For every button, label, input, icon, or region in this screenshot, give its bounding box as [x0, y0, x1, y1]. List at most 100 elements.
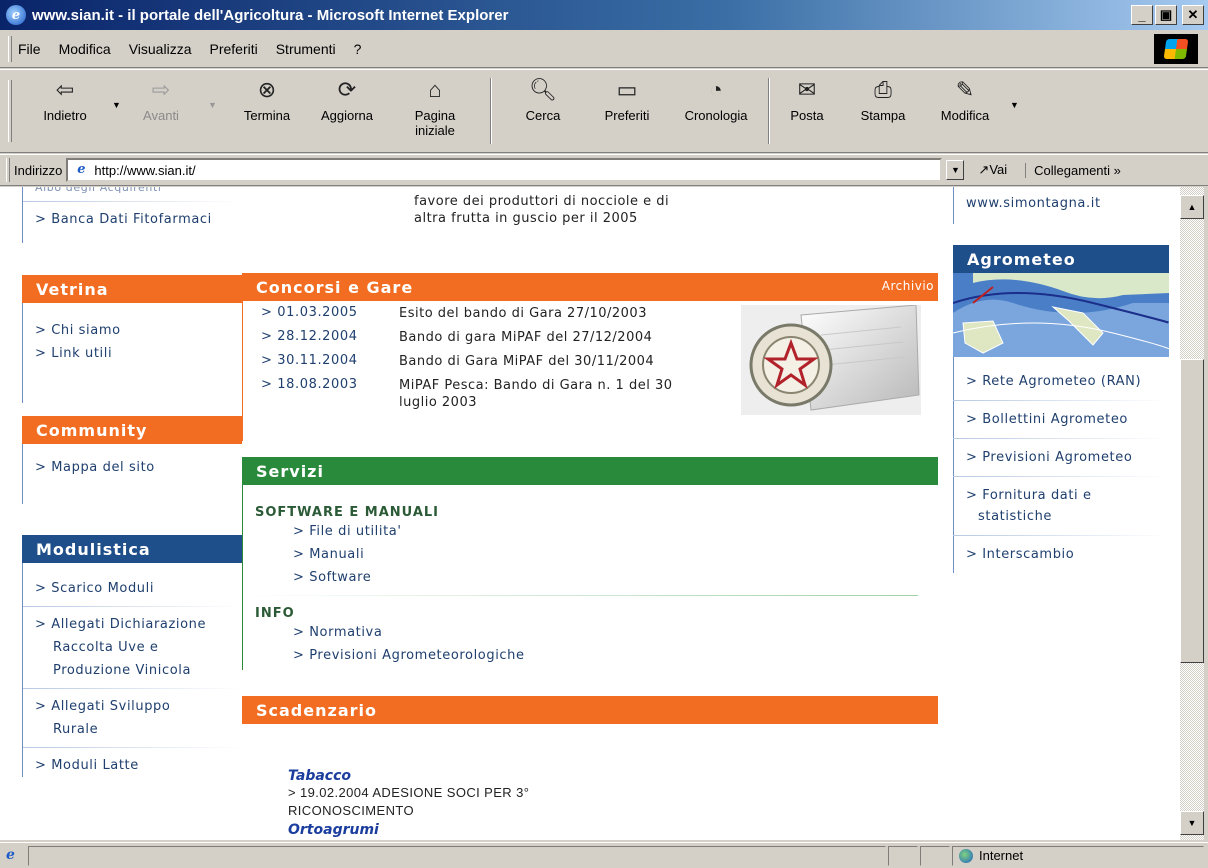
link-allegati-dichiarazione-line2[interactable]: Raccolta Uve e: [23, 636, 242, 659]
mail-button[interactable]: ✉ Posta: [772, 76, 842, 123]
link-allegati-sviluppo-line2[interactable]: Rurale: [23, 718, 242, 741]
print-button[interactable]: ⎙ Stampa: [848, 76, 918, 123]
link-fornitura-dati-line2[interactable]: statistiche: [953, 506, 1169, 535]
link-interscambio[interactable]: > Interscambio: [953, 536, 1169, 573]
vertical-scrollbar[interactable]: ▲ ▼: [1180, 187, 1204, 840]
security-zone: Internet: [952, 845, 1204, 866]
scadenzario-header: Scadenzario: [242, 696, 938, 724]
back-arrow-icon: ⇦: [55, 77, 75, 102]
refresh-button[interactable]: ⟳ Aggiorna: [312, 76, 382, 123]
link-software[interactable]: > Software: [243, 566, 938, 589]
history-button[interactable]: ◔ Cronologia: [674, 76, 758, 123]
scadenzario-item-text-line2[interactable]: RICONOSCIMENTO: [288, 802, 938, 820]
link-mappa-del-sito[interactable]: > Mappa del sito: [23, 456, 242, 479]
gare-date-link[interactable]: > 28.12.2004: [243, 325, 399, 349]
gare-date-link[interactable]: > 30.11.2004: [243, 349, 399, 373]
scroll-up-button[interactable]: ▲: [1180, 195, 1204, 219]
info-heading: INFO: [255, 606, 295, 621]
gare-date-link[interactable]: > 01.03.2005: [243, 301, 399, 325]
stop-button[interactable]: ⊗ Termina: [232, 76, 302, 123]
menu-modifica[interactable]: Modifica: [59, 41, 111, 57]
menu-preferiti[interactable]: Preferiti: [209, 41, 257, 57]
page-viewport[interactable]: Albo degli Acquirenti > Banca Dati Fitof…: [0, 187, 1180, 840]
link-banca-dati-fitofarmaci[interactable]: > Banca Dati Fitofarmaci: [23, 208, 242, 231]
menu-visualizza[interactable]: Visualizza: [129, 41, 192, 57]
toolbar-separator: [768, 78, 770, 144]
left-top-box: Albo degli Acquirenti > Banca Dati Fitof…: [22, 187, 242, 243]
address-url: http://www.sian.it/: [94, 162, 196, 178]
address-input[interactable]: e http://www.sian.it/: [66, 158, 943, 182]
vetrina-box: Vetrina > Chi siamo > Link utili: [22, 275, 242, 403]
edit-button[interactable]: ✎ Modifica: [930, 76, 1000, 123]
partial-link-albo[interactable]: Albo degli Acquirenti: [23, 187, 242, 195]
link-allegati-dichiarazione[interactable]: > Allegati Dichiarazione: [23, 613, 242, 636]
link-allegati-sviluppo[interactable]: > Allegati Sviluppo: [23, 695, 242, 718]
link-moduli-latte[interactable]: > Moduli Latte: [23, 754, 242, 777]
favorites-folder-icon: ▭: [616, 77, 638, 102]
link-manuali[interactable]: > Manuali: [243, 543, 938, 566]
links-button[interactable]: Collegamenti »: [1025, 162, 1121, 178]
link-previsioni-agrometeorologiche[interactable]: > Previsioni Agrometeorologiche: [243, 644, 938, 670]
edit-icon: ✎: [955, 77, 975, 102]
top-news-text: favore dei produttori di nocciole e di a…: [414, 193, 734, 227]
servizi-header: Servizi: [242, 457, 938, 485]
back-dropdown[interactable]: ▼: [112, 100, 121, 110]
back-button[interactable]: ⇦ Indietro: [30, 76, 100, 123]
community-box: Community > Mappa del sito: [22, 416, 242, 504]
search-button[interactable]: 🔍︎ Cerca: [508, 76, 578, 123]
address-dropdown-button[interactable]: ▼: [946, 160, 965, 180]
modulistica-links: > Scarico Moduli > Allegati Dichiarazion…: [22, 563, 242, 777]
go-arrow-icon: ↗: [978, 162, 990, 177]
link-bollettini-agrometeo[interactable]: > Bollettini Agrometeo: [953, 401, 1169, 438]
link-allegati-dichiarazione-line3[interactable]: Produzione Vinicola: [23, 659, 242, 682]
agrometeo-header: Agrometeo: [953, 245, 1169, 273]
gare-date-link[interactable]: > 18.08.2003: [243, 373, 399, 411]
link-normativa[interactable]: > Normativa: [243, 621, 938, 644]
archivio-link[interactable]: Archivio: [882, 279, 934, 293]
vetrina-links: > Chi siamo > Link utili: [22, 303, 242, 403]
menu-strumenti[interactable]: Strumenti: [276, 41, 336, 57]
gare-title[interactable]: Bando di Gara MiPAF del 30/11/2004: [399, 349, 715, 373]
link-fornitura-dati[interactable]: > Fornitura dati e: [953, 477, 1169, 506]
gare-title[interactable]: Esito del bando di Gara 27/10/2003: [399, 301, 715, 325]
minimize-button[interactable]: _: [1131, 5, 1153, 25]
status-text-area: [28, 845, 886, 866]
gare-title[interactable]: MiPAF Pesca: Bando di Gara n. 1 del 30 l…: [399, 373, 715, 411]
link-file-utilita[interactable]: > File di utilita': [243, 520, 938, 543]
address-label: Indirizzo: [14, 162, 63, 178]
stop-icon: ⊗: [257, 77, 277, 102]
link-chi-siamo[interactable]: > Chi siamo: [23, 319, 242, 342]
link-previsioni-agrometeo[interactable]: > Previsioni Agrometeo: [953, 439, 1169, 476]
divider: [23, 747, 242, 748]
menu-file[interactable]: File: [18, 41, 41, 57]
forward-dropdown[interactable]: ▼: [208, 100, 217, 110]
edit-dropdown[interactable]: ▼: [1010, 100, 1019, 110]
menu-help[interactable]: ?: [354, 41, 362, 57]
home-button[interactable]: ⌂ Pagina iniziale: [400, 76, 470, 138]
maximize-button[interactable]: ▣: [1155, 5, 1177, 25]
news-text-line1[interactable]: favore dei produttori di nocciole e di: [414, 193, 734, 210]
link-scarico-moduli[interactable]: > Scarico Moduli: [23, 577, 242, 600]
go-button[interactable]: ↗Vai: [978, 162, 1007, 178]
window-title-bar[interactable]: e www.sian.it - il portale dell'Agricolt…: [0, 0, 1208, 30]
close-button[interactable]: ✕: [1182, 5, 1204, 25]
italian-emblem-image: [741, 305, 921, 415]
modulistica-header: Modulistica: [22, 535, 242, 563]
search-icon: 🔍︎: [529, 77, 557, 102]
link-link-utili[interactable]: > Link utili: [23, 342, 242, 365]
scadenzario-item-title[interactable]: Tabacco: [288, 768, 938, 784]
printer-icon: ⎙: [874, 77, 892, 102]
link-rete-agrometeo[interactable]: > Rete Agrometeo (RAN): [953, 357, 1169, 400]
scroll-thumb[interactable]: [1180, 359, 1204, 663]
gare-title[interactable]: Bando di gara MiPAF del 27/12/2004: [399, 325, 715, 349]
favorites-button[interactable]: ▭ Preferiti: [592, 76, 662, 123]
windows-logo-icon: [1154, 34, 1198, 64]
page-icon: e: [77, 162, 86, 177]
scadenzario-item-text-line1[interactable]: > 19.02.2004 ADESIONE SOCI PER 3°: [288, 784, 938, 802]
address-bar: Indirizzo e http://www.sian.it/ ▼ ↗Vai C…: [0, 154, 1208, 186]
scadenzario-next-item[interactable]: Ortoagrumi: [288, 822, 938, 838]
forward-button[interactable]: ⇨ Avanti: [126, 76, 196, 123]
news-text-line2[interactable]: altra frutta in guscio per il 2005: [414, 210, 734, 227]
link-simontagna[interactable]: www.simontagna.it: [953, 187, 1169, 224]
scroll-down-button[interactable]: ▼: [1180, 811, 1204, 835]
